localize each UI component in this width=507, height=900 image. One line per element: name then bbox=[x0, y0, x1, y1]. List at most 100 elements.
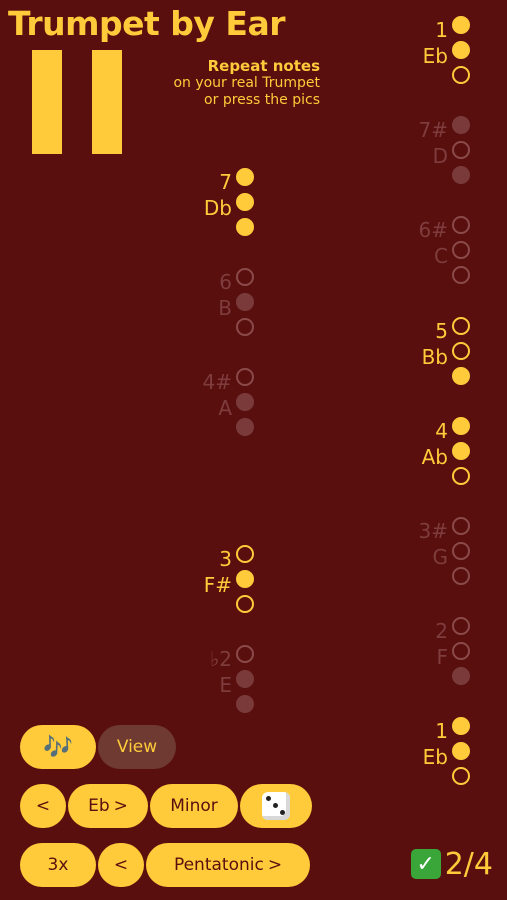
valve-fingering bbox=[236, 645, 260, 720]
scale-degree: ♭2 bbox=[209, 647, 232, 671]
note-left-2[interactable]: 4# A bbox=[160, 368, 260, 444]
prev-key-button[interactable]: < bbox=[20, 784, 66, 828]
scale-degree: 1 bbox=[435, 18, 448, 42]
pause-button[interactable] bbox=[32, 50, 122, 154]
note-right-6[interactable]: 2F bbox=[376, 617, 476, 693]
play-notes-button[interactable]: 🎶 bbox=[20, 725, 96, 769]
note-name: Bb bbox=[421, 345, 448, 369]
note-right-7[interactable]: 1 Eb bbox=[376, 717, 476, 793]
key-label: Eb bbox=[88, 796, 110, 816]
scale-degree: 3# bbox=[418, 519, 448, 543]
music-notes-icon: 🎶 bbox=[43, 733, 73, 761]
key-button[interactable]: Eb > bbox=[68, 784, 148, 828]
valve-3-open bbox=[452, 66, 470, 84]
note-left-4[interactable]: ♭2 E bbox=[160, 645, 260, 721]
valve-2-pressed bbox=[236, 670, 254, 688]
valve-3-open bbox=[452, 567, 470, 585]
valve-2-pressed bbox=[236, 293, 254, 311]
valve-1-open bbox=[452, 216, 470, 234]
scale-button[interactable]: Pentatonic > bbox=[146, 843, 310, 887]
score-value: 2/4 bbox=[444, 846, 493, 882]
note-right-3[interactable]: 5 Bb bbox=[376, 317, 476, 393]
valve-1-pressed bbox=[452, 16, 470, 34]
valve-3-pressed bbox=[452, 166, 470, 184]
checkmark-icon: ✓ bbox=[410, 849, 441, 879]
note-name: A bbox=[218, 396, 232, 420]
valve-3-open bbox=[452, 767, 470, 785]
scale-degree: 2 bbox=[435, 619, 448, 643]
view-button[interactable]: View bbox=[98, 725, 176, 769]
scale-label: Pentatonic bbox=[173, 855, 264, 875]
prev-key-icon: < bbox=[35, 796, 51, 816]
valve-2-open bbox=[452, 141, 470, 159]
valve-fingering bbox=[452, 216, 476, 291]
valve-3-pressed bbox=[452, 667, 470, 685]
note-right-5[interactable]: 3# G bbox=[376, 517, 476, 593]
valve-2-open bbox=[452, 542, 470, 560]
note-name: F# bbox=[203, 573, 232, 597]
valve-fingering bbox=[452, 417, 476, 492]
scale-degree: 7 bbox=[219, 170, 232, 194]
valve-2-pressed bbox=[236, 193, 254, 211]
random-button[interactable] bbox=[240, 784, 312, 828]
valve-2-open bbox=[452, 342, 470, 360]
chevron-right-icon: > bbox=[267, 855, 283, 875]
valve-1-pressed bbox=[452, 116, 470, 134]
valve-1-pressed bbox=[452, 717, 470, 735]
valve-1-pressed bbox=[452, 417, 470, 435]
note-name: C bbox=[434, 244, 448, 268]
repeat-label: 3x bbox=[47, 855, 69, 875]
valve-2-pressed bbox=[236, 393, 254, 411]
scale-degree: 4 bbox=[435, 419, 448, 443]
app-title: Trumpet by Ear bbox=[8, 4, 286, 43]
scale-degree: 6 bbox=[219, 270, 232, 294]
note-name: F bbox=[436, 645, 448, 669]
repeat-count-button[interactable]: 3x bbox=[20, 843, 96, 887]
valve-2-pressed bbox=[452, 442, 470, 460]
prev-scale-button[interactable]: < bbox=[98, 843, 144, 887]
valve-fingering bbox=[452, 317, 476, 392]
valve-2-pressed bbox=[452, 41, 470, 59]
valve-2-open bbox=[452, 642, 470, 660]
valve-3-open bbox=[452, 467, 470, 485]
valve-fingering bbox=[452, 617, 476, 692]
valve-3-open bbox=[236, 318, 254, 336]
valve-fingering bbox=[452, 116, 476, 191]
valve-1-open bbox=[236, 645, 254, 663]
note-name: Ab bbox=[421, 445, 448, 469]
prev-scale-icon: < bbox=[113, 855, 129, 875]
note-left-0[interactable]: 7 Db bbox=[160, 168, 260, 244]
valve-3-pressed bbox=[236, 218, 254, 236]
note-right-0[interactable]: 1 Eb bbox=[376, 16, 476, 92]
chevron-right-icon: > bbox=[113, 796, 128, 816]
note-right-4[interactable]: 4 Ab bbox=[376, 417, 476, 493]
note-left-3[interactable]: 3 F# bbox=[160, 545, 260, 621]
scale-degree: 5 bbox=[435, 319, 448, 343]
note-name: B bbox=[218, 296, 232, 320]
note-name: Db bbox=[203, 196, 232, 220]
instruction-line-1: on your real Trumpet bbox=[173, 75, 320, 91]
note-left-1[interactable]: 6B bbox=[160, 268, 260, 344]
valve-3-pressed bbox=[236, 418, 254, 436]
valve-1-open bbox=[236, 268, 254, 286]
note-name: Eb bbox=[422, 44, 448, 68]
mode-label: Minor bbox=[170, 796, 218, 816]
valve-fingering bbox=[452, 16, 476, 91]
valve-2-pressed bbox=[236, 570, 254, 588]
note-right-2[interactable]: 6# C bbox=[376, 216, 476, 292]
valve-1-open bbox=[452, 517, 470, 535]
valve-fingering bbox=[236, 168, 260, 243]
valve-fingering bbox=[452, 717, 476, 792]
valve-3-pressed bbox=[452, 367, 470, 385]
mode-button[interactable]: Minor bbox=[150, 784, 238, 828]
valve-2-pressed bbox=[452, 742, 470, 760]
valve-3-pressed bbox=[236, 695, 254, 713]
note-name: Eb bbox=[422, 745, 448, 769]
valve-1-open bbox=[236, 368, 254, 386]
scale-degree: 3 bbox=[219, 547, 232, 571]
valve-fingering bbox=[236, 545, 260, 620]
note-right-1[interactable]: 7# D bbox=[376, 116, 476, 192]
note-name: D bbox=[432, 144, 448, 168]
instructions: Repeat notes on your real Trumpet or pre… bbox=[173, 58, 320, 109]
valve-1-open bbox=[452, 617, 470, 635]
